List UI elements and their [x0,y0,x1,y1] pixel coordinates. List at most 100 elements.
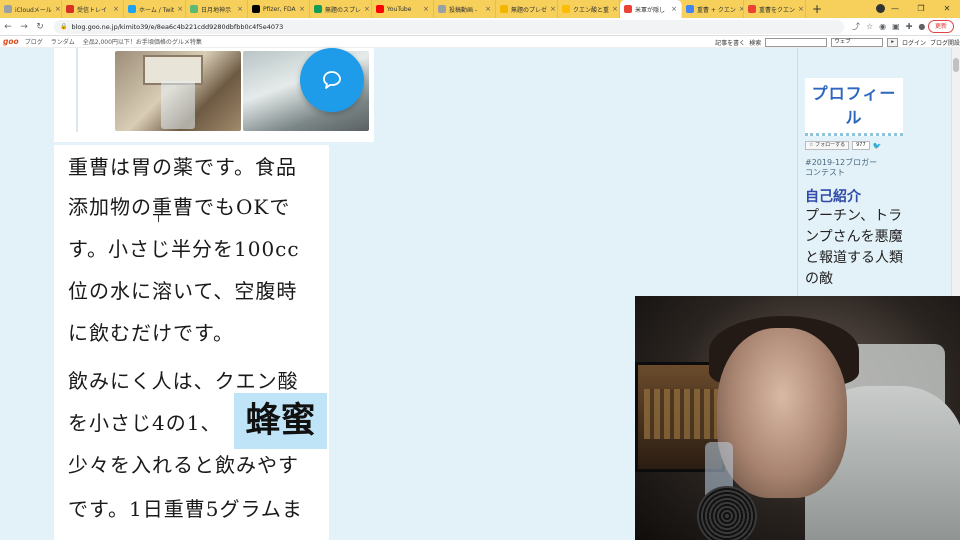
back-icon[interactable]: ← [0,22,16,32]
drink-photo[interactable] [115,51,241,131]
minimize-icon[interactable]: — [882,0,908,18]
text-cursor-icon [158,214,163,222]
tab-label: 受信トレイ [77,6,108,14]
window-controls: — ❐ ✕ [882,0,960,18]
tab-label: iCloudメール [15,6,52,14]
goo-search-button[interactable]: ▸ [887,37,898,47]
forward-icon[interactable]: → [16,22,32,32]
article-line: 少々を入れると飲みやす [68,453,299,477]
tab-close-icon[interactable]: × [364,5,370,13]
extension-icon-2[interactable]: ▣ [892,22,900,31]
tab-favicon-icon [314,5,322,13]
goo-logo[interactable]: goo [3,37,19,46]
login-link[interactable]: ログイン [902,38,926,47]
tab-label: Pfizer, FDA [263,5,296,13]
tab-strip: iCloudメール × 受信トレイ × ホーム / Twit × 日月地神示 × Pfizer,… [0,0,960,18]
article-line: 重曹は胃の薬です。食品 [68,155,297,179]
tab-close-icon[interactable]: × [299,5,305,13]
browser-tab[interactable]: ホーム / Twit × [124,0,186,18]
article-line: 位の水に溶いて、空腹時 [68,279,298,303]
tab-label: クエン酸と重 [573,6,610,14]
intro-heading: 自己紹介 [805,189,861,205]
puzzle-icon[interactable]: ✚ [906,22,913,31]
browser-tab[interactable]: 無題のスプレ × [310,0,372,18]
speech-bubble-icon [323,71,341,89]
tab-favicon-icon [500,5,508,13]
share-icon[interactable]: ⤴ [852,21,860,32]
article-line: す。小さじ半分を100cc [68,237,300,261]
goo-blog-toolbar: goo ブログ ランダム 全品2,000円以下！お手頃価格のグルメ特集 記事を書… [0,36,960,48]
contest-tag-link[interactable]: #2019-12ブロガーコンテスト [805,158,883,178]
browser-tab[interactable]: 無題のプレゼ × [496,0,558,18]
maximize-icon[interactable]: ❐ [908,0,934,18]
tab-favicon-icon [190,5,198,13]
browser-tab[interactable]: 重曹をクエン × [744,0,806,18]
tab-label: 日月地神示 [201,6,232,14]
browser-tab[interactable]: 受信トレイ × [62,0,124,18]
new-tab-button[interactable]: + [810,2,824,16]
webcam-overlay [635,296,960,540]
scrollbar-thumb[interactable] [953,58,959,72]
tab-label: 米軍が隠し [635,6,666,14]
goo-link-gourmet[interactable]: 全品2,000円以下！お手頃価格のグルメ特集 [83,37,202,46]
profile-title: プロフィール [811,84,897,127]
reload-icon[interactable]: ↻ [32,22,48,32]
tab-close-icon[interactable]: × [423,5,429,13]
tab-favicon-icon [438,5,446,13]
article-line: 添加物の重曹でもOKで [68,195,291,219]
tab-favicon-icon [748,5,756,13]
goo-search-input[interactable] [765,37,828,47]
follower-count: 977 [852,141,870,150]
browser-tab[interactable]: クエン酸と重 × [558,0,620,18]
tab-close-icon[interactable]: × [485,5,491,13]
tab-close-icon[interactable]: × [550,5,556,13]
follow-widget: ☆ フォローする 977 🐦 [805,141,881,150]
browser-tab[interactable]: 米軍が隠し × [620,0,682,18]
profile-header: プロフィール [805,78,903,136]
tab-close-icon[interactable]: × [113,5,119,13]
goo-link-random[interactable]: ランダム [51,37,75,46]
tab-close-icon[interactable]: × [612,5,618,13]
address-bar: ← → ↻ 🔒 blog.goo.ne.jp/kimito39/e/8ea6c4… [0,18,960,36]
tab-label: 無題のプレゼ [511,6,548,14]
lock-icon: 🔒 [60,22,68,30]
article-body: 重曹は胃の薬です。食品 添加物の重曹でもOKで す。小さじ半分を100cc 位の… [54,145,329,540]
search-scope-select[interactable]: ウェブ [831,37,884,47]
browser-tab[interactable]: Pfizer, FDA × [248,0,310,18]
open-blog-link[interactable]: ブログ開設 [930,38,960,47]
tab-favicon-icon [252,5,260,13]
follow-button[interactable]: ☆ フォローする [805,141,850,150]
tab-favicon-icon [128,5,136,13]
article-line: に飲むだけです。 [68,321,234,345]
extension-icon[interactable]: ◉ [879,22,886,31]
search-label: 検索 [749,39,762,47]
goo-link-blog[interactable]: ブログ [25,37,43,46]
tab-close-icon[interactable]: × [55,5,61,13]
tab-favicon-icon [4,5,12,13]
browser-tab[interactable]: 重曹 + クエン× [682,0,744,18]
tab-close-icon[interactable]: × [671,5,677,13]
tab-close-icon[interactable]: × [798,5,804,13]
tab-label: 投稿動画 - [449,6,478,14]
tab-favicon-icon [624,5,632,13]
tab-close-icon[interactable]: × [237,5,243,13]
tab-favicon-icon [66,5,74,13]
intro-text: プーチン、トランプさんを悪魔と報道する人類の敵 [805,208,903,287]
tab-label: 重曹 + クエン [697,6,736,14]
close-window-icon[interactable]: ✕ [934,0,960,18]
star-icon[interactable]: ☆ [866,22,873,31]
browser-tab[interactable]: 投稿動画 - × [434,0,496,18]
write-post-link[interactable]: 記事を書く [715,38,745,47]
browser-tab[interactable]: iCloudメール × [0,0,62,18]
comment-button[interactable] [300,48,364,112]
tab-favicon-icon [562,5,570,13]
update-button[interactable]: 更新 [927,20,954,33]
url-field[interactable]: 🔒 blog.goo.ne.jp/kimito39/e/8ea6c4b221cd… [54,19,844,34]
presenter-face [717,328,847,498]
browser-tab[interactable]: 日月地神示 × [186,0,248,18]
browser-tab[interactable]: YouTube × [372,0,434,18]
profile-avatar-icon[interactable]: ● [918,22,925,31]
twitter-icon[interactable]: 🐦 [873,142,882,150]
microphone-icon [697,486,757,540]
tab-close-icon[interactable]: × [177,5,183,13]
